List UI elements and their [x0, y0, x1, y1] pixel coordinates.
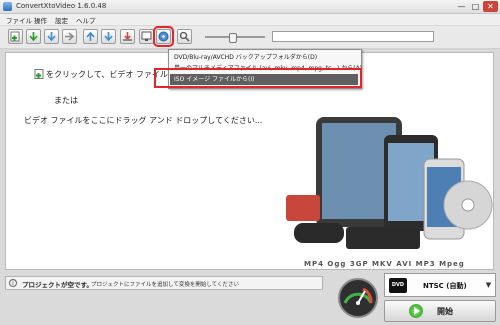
start-button-label: 開始	[437, 307, 453, 316]
search-button[interactable]	[177, 29, 192, 44]
hint-click-add: をクリックして、ビデオ ファイル	[46, 70, 168, 79]
arrow-right-icon	[65, 32, 75, 41]
move-down-arrow-button[interactable]	[101, 29, 116, 44]
minimize-button[interactable]: —	[455, 1, 468, 12]
format-labels-strip: MP4 Ogg 3GP MKV AVI MP3 Mpeg	[304, 260, 465, 268]
move-right-button[interactable]	[62, 29, 77, 44]
arrow-down-icon	[104, 32, 113, 42]
add-folder-button[interactable]	[26, 29, 41, 44]
chevron-down-icon[interactable]: ▼	[484, 278, 493, 293]
hint-drag-drop: ビデオ ファイルをここにドラッグ アンド ドロップしてください...	[24, 116, 263, 125]
devices-illustration	[286, 117, 493, 249]
preview-button[interactable]	[139, 29, 154, 44]
toolbar-text-field[interactable]	[272, 31, 434, 42]
arrow-down-icon	[29, 32, 38, 42]
move-down-button[interactable]	[44, 29, 59, 44]
arrow-down-icon	[47, 32, 56, 42]
menu-operation[interactable]: 操作	[34, 15, 47, 25]
add-file-icon	[10, 31, 20, 42]
zoom-slider-thumb[interactable]	[229, 33, 237, 43]
menu-item-dvd-backup[interactable]: DVD/Blu-ray/AVCHD バックアップフォルダから(D)	[174, 52, 317, 61]
add-file-icon	[34, 69, 44, 79]
import-disc-button[interactable]	[153, 26, 174, 47]
search-icon	[179, 31, 190, 42]
info-icon: i	[9, 279, 17, 287]
maximize-button[interactable]: □	[469, 1, 482, 12]
move-up-button[interactable]	[83, 29, 98, 44]
window-title: ConvertXtoVideo 1.6.0.48	[16, 2, 107, 10]
open-output-button[interactable]	[120, 29, 135, 44]
iso-item-highlight-box	[154, 68, 362, 88]
disc-import-icon	[158, 31, 169, 42]
title-bar: ConvertXtoVideo 1.6.0.48 — □ ✕	[0, 0, 500, 14]
dvd-logo-icon: DVD	[389, 278, 407, 293]
status-text: プロジェクトにファイルを追加して変換を開始してください	[91, 282, 240, 288]
play-icon	[409, 304, 423, 318]
speed-gauge-icon	[338, 278, 378, 318]
download-icon	[123, 32, 132, 41]
menu-settings[interactable]: 設定	[55, 15, 68, 25]
status-bar: i プロジェクトが空です。 プロジェクトにファイルを追加して変換を開始してくださ…	[5, 276, 323, 290]
menu-file[interactable]: ファイル	[6, 15, 32, 25]
monitor-icon	[141, 31, 152, 41]
menu-help[interactable]: ヘルプ	[76, 15, 96, 25]
output-format-select[interactable]: DVD NTSC (自動) ▼	[384, 273, 496, 297]
arrow-up-icon	[86, 31, 95, 41]
add-file-button[interactable]	[8, 29, 23, 44]
output-format-value: NTSC (自動)	[423, 282, 467, 290]
close-button[interactable]: ✕	[483, 1, 498, 12]
status-title: プロジェクトが空です。	[22, 281, 93, 289]
start-button[interactable]: 開始	[384, 300, 496, 322]
hint-or: または	[54, 96, 78, 105]
app-icon	[3, 2, 12, 11]
menu-bar: ファイル 操作 設定 ヘルプ	[0, 14, 500, 25]
